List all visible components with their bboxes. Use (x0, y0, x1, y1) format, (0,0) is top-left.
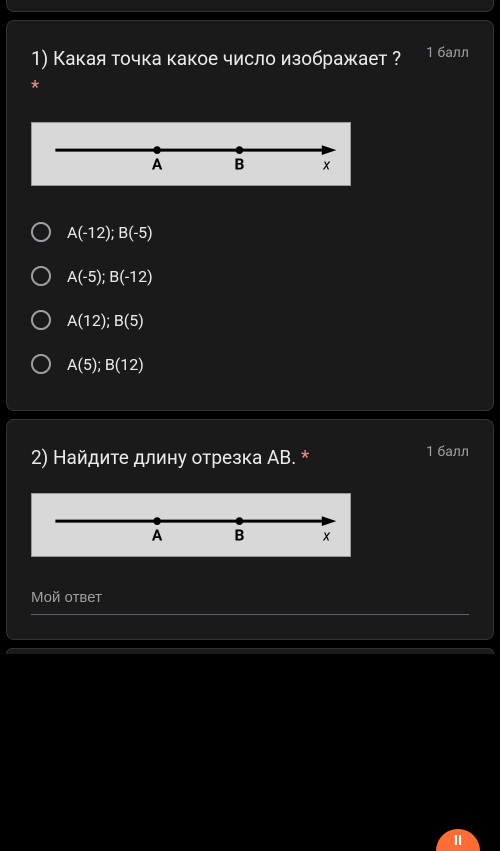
radio-option-1[interactable]: A(-12); B(-5) (31, 210, 469, 254)
question-text: 1) Какая точка какое число изображает ? (31, 47, 401, 70)
radio-circle-icon (31, 310, 51, 330)
radio-circle-icon (31, 354, 51, 374)
required-mark: * (31, 76, 39, 99)
svg-text:B: B (234, 156, 244, 174)
previous-card-bottom (6, 0, 494, 12)
number-line-svg: A B x (32, 123, 350, 185)
number-line-svg: A B x (32, 494, 350, 556)
number-line-image-2: A B x (31, 493, 351, 557)
next-card-top (6, 648, 494, 654)
radio-label: A(-5); B(-12) (67, 267, 153, 286)
question-points: 1 балл (426, 444, 469, 460)
question-title: 2) Найдите длину отрезка АВ. * (31, 444, 426, 473)
question-header: 2) Найдите длину отрезка АВ. * 1 балл (31, 444, 469, 473)
text-input-container (31, 581, 469, 615)
question-points: 1 балл (426, 45, 469, 61)
svg-text:B: B (234, 526, 244, 544)
svg-text:x: x (322, 527, 331, 544)
radio-label: A(5); B(12) (67, 355, 144, 374)
pause-icon: II (454, 833, 462, 849)
question-card-1: 1) Какая точка какое число изображает ? … (6, 20, 494, 411)
radio-label: A(12); B(5) (67, 311, 144, 330)
radio-circle-icon (31, 222, 51, 242)
svg-text:x: x (322, 157, 331, 174)
radio-label: A(-12); B(-5) (67, 223, 153, 242)
radio-option-2[interactable]: A(-5); B(-12) (31, 254, 469, 298)
question-header: 1) Какая точка какое число изображает ? … (31, 45, 469, 102)
number-line-image-1: A B x (31, 122, 351, 186)
question-title: 1) Какая точка какое число изображает ? … (31, 45, 426, 102)
radio-option-4[interactable]: A(5); B(12) (31, 342, 469, 386)
fab-button[interactable]: II (436, 829, 480, 851)
svg-text:A: A (152, 156, 163, 174)
answer-input[interactable] (31, 581, 469, 615)
radio-circle-icon (31, 266, 51, 286)
radio-option-3[interactable]: A(12); B(5) (31, 298, 469, 342)
svg-text:A: A (152, 526, 163, 544)
question-text: 2) Найдите длину отрезка АВ. (31, 446, 296, 469)
question-card-2: 2) Найдите длину отрезка АВ. * 1 балл A … (6, 419, 494, 640)
required-mark: * (301, 446, 309, 469)
